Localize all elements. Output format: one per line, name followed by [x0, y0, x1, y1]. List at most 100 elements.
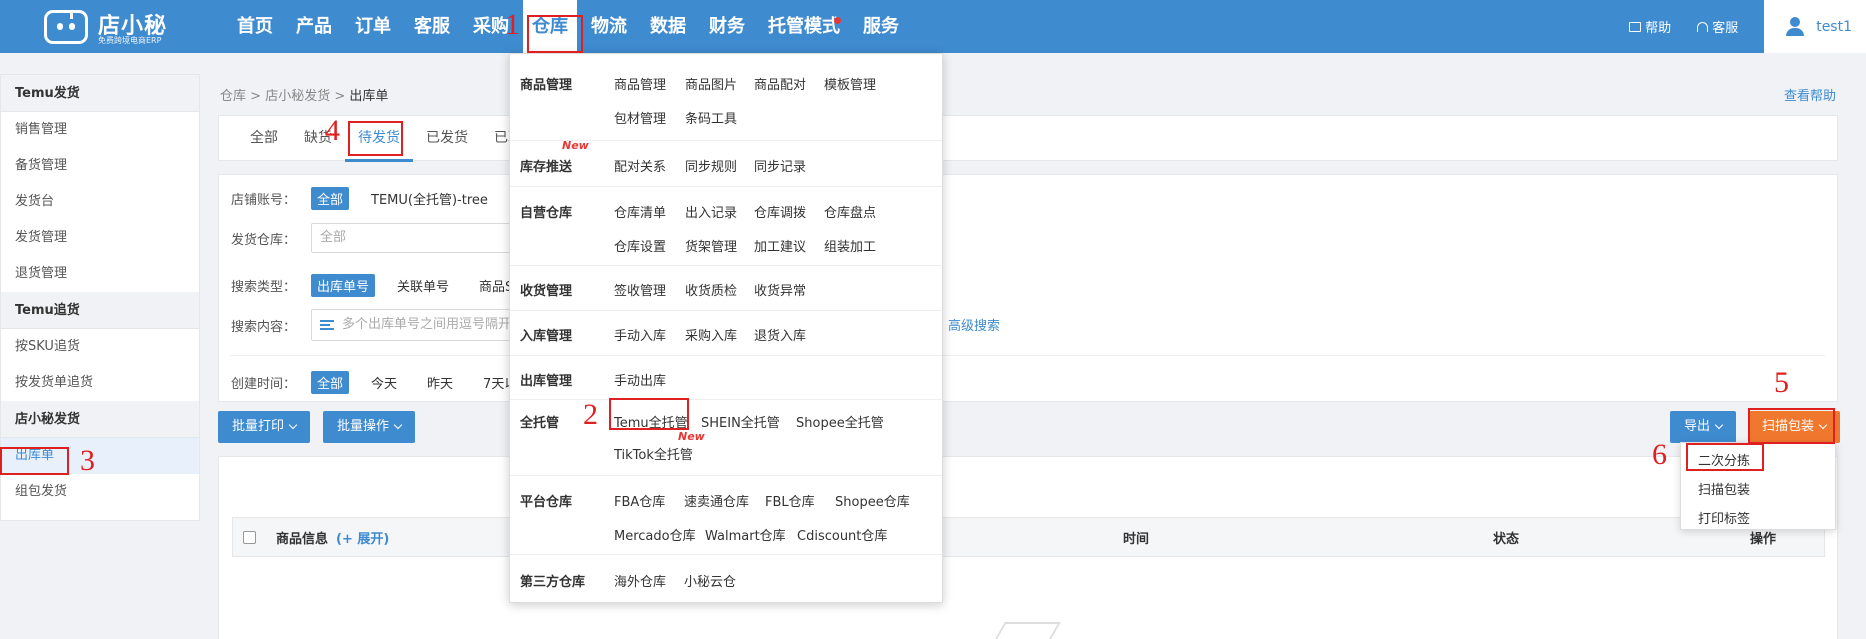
menu-assembly[interactable]: 组装加工	[824, 236, 876, 255]
nav-home[interactable]: 首页	[228, 0, 282, 53]
menu-print-label[interactable]: 打印标签	[1698, 508, 1750, 527]
service-label: 客服	[1712, 21, 1739, 36]
nav-data[interactable]: 数据	[641, 0, 695, 53]
menu-row-full-hosting: 全托管 Temu全托管 SHEIN全托管 Shopee全托管 New TikTo…	[510, 400, 942, 476]
filter-search-type-row: 搜索类型： 出库单号 关联单号 商品S	[231, 274, 543, 297]
sidebar-item-return-manage[interactable]: 退货管理	[1, 256, 199, 292]
user-menu[interactable]: test1	[1764, 0, 1866, 53]
select-all-checkbox[interactable]	[243, 530, 256, 544]
search-content-input[interactable]: 多个出库单号之间用逗号隔开	[311, 309, 521, 341]
sidebar-group-temu-ship: Temu发货	[1, 75, 199, 112]
filter-warehouse-row: 发货仓库： 全部	[231, 223, 511, 253]
top-right-links: 帮助 客服 test1	[1629, 0, 1866, 53]
menu-warehouse-stocktake[interactable]: 仓库盘点	[824, 202, 876, 221]
menu-sync-rules[interactable]: 同步规则	[685, 156, 737, 175]
advanced-search-link[interactable]: 高级搜索	[948, 315, 1000, 334]
menu-row-platform-warehouse: 平台仓库 FBA仓库 速卖通仓库 FBL仓库 Shopee仓库 Mercado仓…	[510, 476, 942, 555]
menu-inout-records[interactable]: 出入记录	[685, 202, 737, 221]
menu-packaging-manage[interactable]: 包材管理	[614, 108, 666, 127]
menu-shopee-warehouse[interactable]: Shopee仓库	[835, 491, 910, 510]
batch-ops-button[interactable]: 批量操作	[323, 411, 416, 443]
nav-finance[interactable]: 财务	[700, 0, 754, 53]
menu-manual-outbound[interactable]: 手动出库	[614, 370, 666, 389]
annotation-number-1: 1	[505, 8, 520, 41]
menu-shein-full-hosting[interactable]: SHEIN全托管	[701, 412, 780, 431]
menu-sign-manage[interactable]: 签收管理	[614, 280, 666, 299]
sidebar-item-track-order[interactable]: 按发货单追货	[1, 365, 199, 401]
menu-product-images[interactable]: 商品图片	[685, 74, 737, 93]
menu-warehouse-list[interactable]: 仓库清单	[614, 202, 666, 221]
nav-logistics[interactable]: 物流	[582, 0, 636, 53]
breadcrumb-dxm-ship[interactable]: 店小秘发货	[265, 89, 330, 104]
menu-overseas-warehouse[interactable]: 海外仓库	[614, 571, 666, 590]
menu-receive-exception[interactable]: 收货异常	[754, 280, 806, 299]
headset-icon	[1697, 21, 1709, 32]
sidebar-item-package-ship[interactable]: 组包发货	[1, 474, 199, 510]
customer-service-link[interactable]: 客服	[1697, 17, 1738, 36]
created-today[interactable]: 今天	[371, 373, 397, 392]
shop-label: 店铺账号：	[231, 193, 297, 208]
nav-service-cs[interactable]: 客服	[405, 0, 459, 53]
menu-processing-advice[interactable]: 加工建议	[754, 236, 806, 255]
menu-sync-records[interactable]: 同步记录	[754, 156, 806, 175]
menu-xiaomi-cloud[interactable]: 小秘云仓	[684, 571, 736, 590]
filter-created-row: 创建时间： 全部 今天 昨天 7天以	[231, 371, 547, 394]
export-button[interactable]: 导出	[1670, 411, 1737, 443]
menu-warehouse-settings[interactable]: 仓库设置	[614, 236, 666, 255]
sidebar-item-ship-desk[interactable]: 发货台	[1, 184, 199, 220]
menu-match-relation[interactable]: 配对关系	[614, 156, 666, 175]
menu-mercado-warehouse[interactable]: Mercado仓库	[614, 525, 696, 544]
menu-shelf-manage[interactable]: 货架管理	[685, 236, 737, 255]
annotation-number-2: 2	[583, 398, 598, 431]
brand-logo[interactable]: 店小秘 免费跨境电商ERP	[40, 4, 190, 48]
menu-fbl-warehouse[interactable]: FBL仓库	[765, 491, 815, 510]
th-time: 时间	[1123, 531, 1150, 547]
view-help-link[interactable]: 查看帮助	[1784, 85, 1836, 104]
menu-warehouse-transfer[interactable]: 仓库调拨	[754, 202, 806, 221]
highlight-box-2	[609, 398, 689, 430]
menu-receive-qc[interactable]: 收货质检	[685, 280, 737, 299]
shop-all-tag[interactable]: 全部	[311, 187, 350, 210]
sidebar-item-stock-manage[interactable]: 备货管理	[1, 148, 199, 184]
menu-scan-pack[interactable]: 扫描包装	[1698, 479, 1750, 498]
menu-cdiscount-warehouse[interactable]: Cdiscount仓库	[797, 525, 887, 544]
warehouse-select[interactable]: 全部	[311, 223, 511, 253]
search-type-related-no[interactable]: 关联单号	[397, 276, 449, 295]
breadcrumb-warehouse[interactable]: 仓库	[220, 89, 246, 104]
sidebar-item-sales-manage[interactable]: 销售管理	[1, 112, 199, 148]
menu-product-manage[interactable]: 商品管理	[614, 74, 666, 93]
shop-option-temu[interactable]: TEMU(全托管)-tree	[371, 189, 488, 208]
new-badge: New	[678, 430, 705, 443]
expand-toggle[interactable]: (+ 展开)	[336, 528, 389, 547]
top-navbar: 店小秘 免费跨境电商ERP 首页 产品 订单 客服 采购 仓库 物流 数据 财务…	[0, 0, 1866, 53]
created-all-tag[interactable]: 全部	[311, 371, 350, 394]
help-link-top[interactable]: 帮助	[1629, 17, 1671, 36]
table-header: 商品信息 (+ 展开) 时间 状态 操作	[232, 517, 1825, 557]
nav-hosting-mode[interactable]: 托管模式	[759, 0, 849, 53]
menu-barcode-tool[interactable]: 条码工具	[685, 108, 737, 127]
tab-all[interactable]: 全部	[237, 116, 291, 162]
tab-shipped[interactable]: 已发货	[413, 116, 481, 162]
search-type-outbound-no[interactable]: 出库单号	[311, 274, 376, 297]
nav-product[interactable]: 产品	[287, 0, 341, 53]
menu-cat-product: 商品管理	[520, 78, 573, 93]
created-label: 创建时间：	[231, 377, 297, 392]
sidebar-item-track-sku[interactable]: 按SKU追货	[1, 329, 199, 365]
menu-manual-inbound[interactable]: 手动入库	[614, 325, 666, 344]
menu-product-match[interactable]: 商品配对	[754, 74, 806, 93]
created-yesterday[interactable]: 昨天	[427, 373, 453, 392]
menu-purchase-inbound[interactable]: 采购入库	[685, 325, 737, 344]
menu-aliexpress-warehouse[interactable]: 速卖通仓库	[684, 491, 749, 510]
nav-services[interactable]: 服务	[854, 0, 908, 53]
menu-walmart-warehouse[interactable]: Walmart仓库	[705, 525, 786, 544]
annotation-number-3: 3	[80, 444, 95, 477]
nav-order[interactable]: 订单	[346, 0, 400, 53]
batch-print-button[interactable]: 批量打印	[218, 411, 311, 443]
menu-shopee-full-hosting[interactable]: Shopee全托管	[796, 412, 884, 431]
menu-fba-warehouse[interactable]: FBA仓库	[614, 491, 665, 510]
menu-template-manage[interactable]: 模板管理	[824, 74, 876, 93]
menu-tiktok-full-hosting[interactable]: TikTok全托管	[614, 444, 693, 463]
menu-return-inbound[interactable]: 退货入库	[754, 325, 806, 344]
sidebar-item-ship-manage[interactable]: 发货管理	[1, 220, 199, 256]
user-icon	[1786, 16, 1808, 37]
